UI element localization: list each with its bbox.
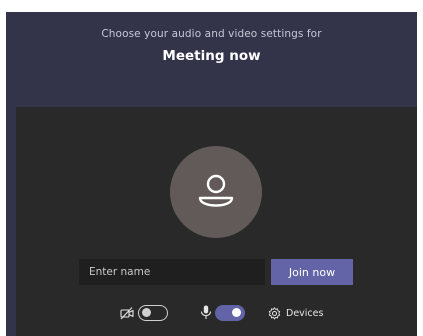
name-input[interactable] — [79, 259, 265, 285]
camera-off-icon — [120, 307, 134, 320]
person-icon — [198, 174, 234, 207]
video-preview-panel: Join now — [16, 107, 417, 336]
microphone-icon — [200, 305, 212, 319]
microphone-toggle-knob — [232, 308, 241, 317]
pre-join-window: Choose your audio and video settings for… — [6, 12, 417, 336]
devices-label: Devices — [286, 307, 324, 319]
avatar — [170, 146, 262, 238]
devices-button[interactable]: Devices — [268, 304, 323, 322]
join-now-button[interactable]: Join now — [271, 259, 353, 285]
camera-toggle[interactable] — [138, 305, 168, 321]
gear-icon — [268, 306, 281, 319]
meeting-title: Meeting now — [162, 48, 261, 64]
media-controls: Devices — [16, 303, 417, 323]
settings-subtitle: Choose your audio and video settings for — [101, 28, 322, 40]
camera-toggle-knob — [142, 308, 151, 317]
microphone-toggle[interactable] — [215, 305, 245, 321]
